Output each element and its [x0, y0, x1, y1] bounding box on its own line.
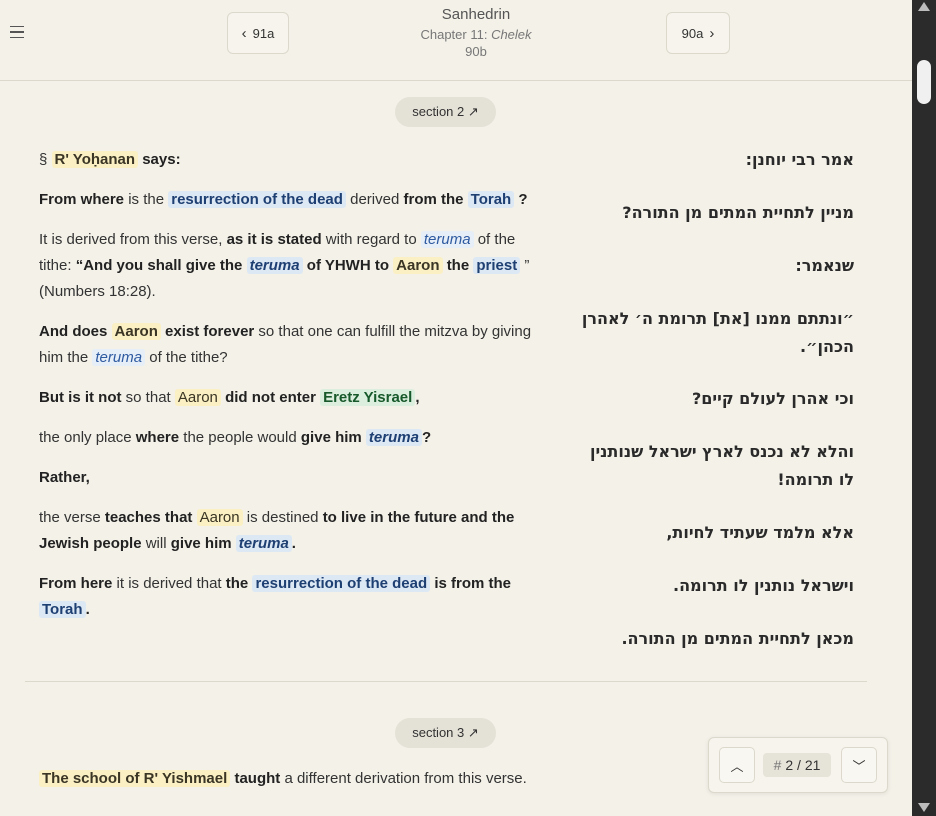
- person-tag[interactable]: The school of R' Yishmael: [39, 770, 231, 787]
- hebrew-segment-6: והלא לא נכנס לארץ ישראל שנותנין לו תרומה…: [589, 442, 854, 489]
- chevron-up-icon: ︿: [730, 758, 744, 774]
- term-tag[interactable]: teruma: [235, 535, 292, 552]
- person-tag[interactable]: R' Yoḥanan: [51, 151, 139, 168]
- section-2-link[interactable]: section 2 ↗: [395, 97, 496, 127]
- top-bar: ‹ 91a Sanhedrin Chapter 11: Chelek 90b 9…: [0, 0, 912, 81]
- page-title-block: Sanhedrin Chapter 11: Chelek 90b: [330, 4, 622, 59]
- english-segment-10: The school of R' Yishmael taught a diffe…: [39, 766, 549, 792]
- english-segment-4: And does Aaron exist forever so that one…: [39, 323, 532, 366]
- english-segment-3: It is derived from this verse, as it is …: [39, 231, 530, 300]
- term-tag[interactable]: teruma: [365, 429, 422, 446]
- previous-match-button[interactable]: ︿: [719, 747, 755, 783]
- term-tag[interactable]: teruma: [92, 349, 146, 366]
- tractate-title: Sanhedrin: [441, 6, 511, 23]
- person-tag[interactable]: Aaron: [196, 509, 243, 526]
- hebrew-segment-8: וישראל נותנין לו תרומה.: [672, 576, 854, 595]
- english-segment-6: the only place where the people would gi…: [39, 429, 432, 446]
- hebrew-segment-4: ״ונתתם ממנו [את] תרומת ה׳ לאהרן הכהן״.: [581, 309, 854, 356]
- place-tag[interactable]: Eretz Yisrael: [320, 389, 416, 406]
- english-segment-1: § R' Yoḥanan says:: [39, 151, 181, 168]
- person-tag[interactable]: Aaron: [174, 389, 221, 406]
- scrollbar[interactable]: [912, 0, 936, 816]
- term-tag[interactable]: teruma: [246, 257, 303, 274]
- daf-label: 90b: [465, 44, 487, 59]
- match-count: 2 / 21: [785, 757, 821, 773]
- hamburger-icon[interactable]: [10, 22, 30, 42]
- chapter-title: Chapter 11: Chelek: [420, 27, 532, 42]
- next-match-button[interactable]: ﹀: [841, 747, 877, 783]
- prev-page-label: 91a: [252, 25, 275, 41]
- english-segment-7: Rather,: [39, 469, 90, 486]
- match-counter: # 2 / 21: [763, 753, 831, 777]
- chevron-down-icon: ﹀: [852, 758, 866, 774]
- chevron-left-icon: ‹: [241, 24, 247, 42]
- hash-icon: #: [773, 757, 782, 773]
- concept-tag[interactable]: Torah: [467, 191, 515, 208]
- term-tag[interactable]: teruma: [420, 231, 474, 248]
- scroll-up-arrow-icon[interactable]: [918, 2, 930, 11]
- chevron-right-icon: ›: [709, 24, 715, 42]
- hebrew-segment-5: וכי אהרן לעולם קיים?: [691, 389, 854, 408]
- hebrew-segment-1: אמר רבי יוחנן:: [745, 150, 854, 169]
- english-segment-9: From here it is derived that the resurre…: [39, 575, 511, 618]
- hebrew-segment-3: שנאמר:: [795, 256, 854, 275]
- hebrew-segment-2: מניין לתחיית המתים מן התורה?: [622, 203, 854, 222]
- hebrew-segment-7: אלא מלמד שעתיד לחיות,: [666, 523, 854, 542]
- person-tag[interactable]: Aaron: [111, 323, 161, 340]
- english-segment-8: the verse teaches that Aaron is destined…: [39, 509, 515, 552]
- english-segment-5: But is it not so that Aaron did not ente…: [39, 389, 420, 406]
- english-segment-2: From where is the resurrection of the de…: [39, 191, 528, 208]
- concept-tag[interactable]: priest: [473, 257, 521, 274]
- hebrew-segment-9: מכאן לתחיית המתים מן התורה.: [621, 629, 854, 648]
- person-tag[interactable]: Aaron: [393, 257, 443, 274]
- section-divider: [25, 681, 867, 682]
- prev-page-button[interactable]: ‹ 91a: [227, 12, 289, 54]
- search-navigator: ︿ # 2 / 21 ﹀: [708, 737, 888, 793]
- next-page-button[interactable]: 90a ›: [666, 12, 730, 54]
- concept-tag[interactable]: resurrection of the dead: [168, 191, 346, 208]
- concept-tag[interactable]: resurrection of the dead: [252, 575, 431, 592]
- scroll-thumb[interactable]: [917, 60, 931, 104]
- concept-tag[interactable]: Torah: [39, 601, 86, 618]
- scroll-down-arrow-icon[interactable]: [918, 803, 930, 812]
- next-page-label: 90a: [681, 25, 704, 41]
- section-3-link[interactable]: section 3 ↗: [395, 718, 496, 748]
- main-content: section 2 ↗ § R' Yoḥanan says: From wher…: [0, 81, 895, 816]
